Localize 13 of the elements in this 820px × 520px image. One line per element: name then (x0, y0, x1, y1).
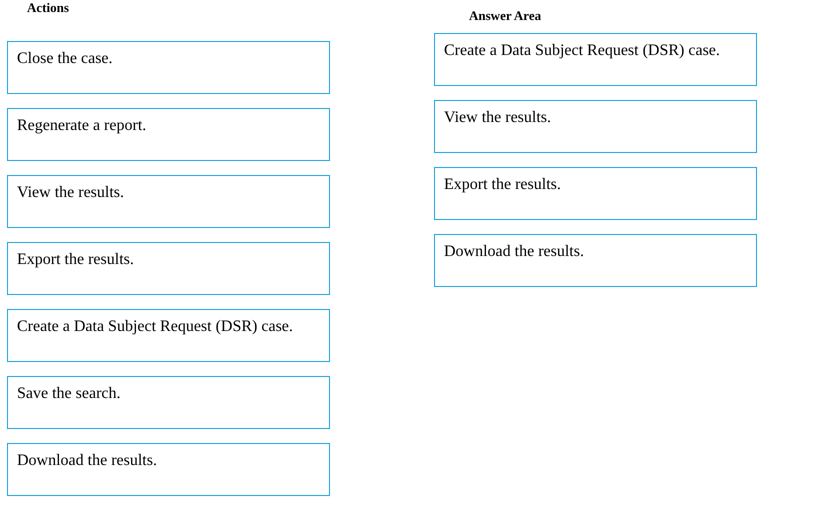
answer-card[interactable]: View the results. (434, 100, 757, 153)
column-heading: Actions (27, 0, 69, 16)
answer-card[interactable]: Save the search. (7, 376, 330, 429)
answer-card[interactable]: Create a Data Subject Request (DSR) case. (434, 33, 757, 86)
answer-card[interactable]: Download the results. (434, 234, 757, 287)
answer-card[interactable]: Regenerate a report. (7, 108, 330, 161)
column-heading: Answer Area (469, 8, 542, 24)
answer-card[interactable]: Export the results. (434, 167, 757, 220)
answer-card[interactable]: Export the results. (7, 242, 330, 295)
answer-card[interactable]: View the results. (7, 175, 330, 228)
answer-card[interactable]: Close the case. (7, 41, 330, 94)
answer-card[interactable]: Create a Data Subject Request (DSR) case. (7, 309, 330, 362)
answer-card[interactable]: Download the results. (7, 443, 330, 496)
